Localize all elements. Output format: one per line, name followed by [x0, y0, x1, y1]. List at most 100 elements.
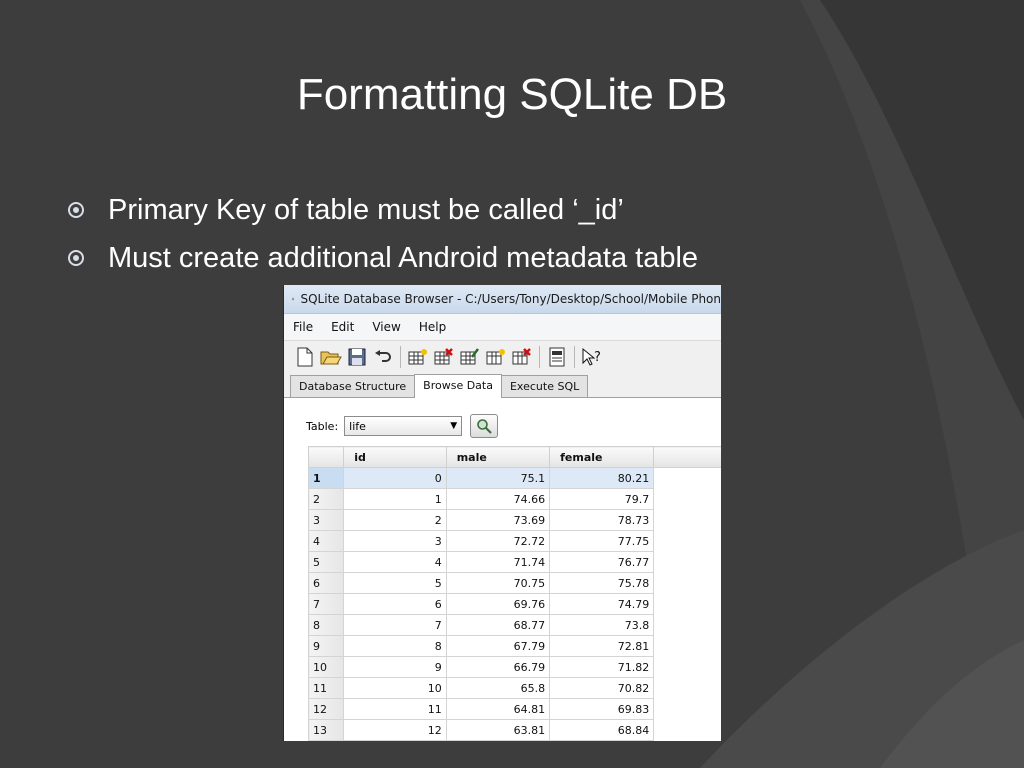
modify-table-icon[interactable] — [459, 346, 481, 368]
cell-female[interactable]: 77.75 — [549, 530, 655, 552]
row-number[interactable]: 5 — [307, 551, 345, 573]
cell-female[interactable]: 72.81 — [549, 635, 655, 657]
bullet-text: Must create additional Android metadata … — [108, 241, 699, 274]
table-row[interactable]: 3 2 73.69 78.73 — [307, 509, 722, 531]
table-select[interactable]: life ▼ — [344, 416, 463, 436]
table-row[interactable]: 1 0 75.1 80.21 — [307, 467, 722, 489]
table-row[interactable]: 9 8 67.79 72.81 — [307, 635, 722, 657]
toolbar: ? — [284, 341, 721, 373]
save-db-icon[interactable] — [346, 346, 368, 368]
cell-female[interactable]: 80.21 — [549, 467, 655, 489]
row-number[interactable]: 13 — [307, 719, 345, 741]
cell-id[interactable]: 0 — [343, 467, 447, 489]
cell-male[interactable]: 68.77 — [445, 614, 551, 636]
find-button[interactable] — [470, 414, 499, 438]
table-row[interactable]: 11 10 65.8 70.82 — [307, 677, 722, 699]
table-row[interactable]: 2 1 74.66 79.7 — [307, 488, 722, 510]
cell-id[interactable]: 4 — [343, 551, 447, 573]
menu-file[interactable]: File — [284, 320, 322, 334]
svg-text:?: ? — [594, 350, 601, 365]
row-number[interactable]: 1 — [307, 467, 345, 489]
tab-execute-sql[interactable]: Execute SQL — [500, 375, 589, 397]
delete-table-icon[interactable] — [433, 346, 455, 368]
cell-id[interactable]: 2 — [343, 509, 447, 531]
create-table-icon[interactable] — [407, 346, 429, 368]
log-icon[interactable] — [546, 346, 568, 368]
database-icon — [292, 297, 295, 301]
menu-help[interactable]: Help — [410, 320, 455, 334]
cell-female[interactable]: 73.8 — [549, 614, 655, 636]
cell-id[interactable]: 11 — [343, 698, 447, 720]
menu-edit[interactable]: Edit — [322, 320, 363, 334]
row-number[interactable]: 8 — [307, 614, 345, 636]
menu-view[interactable]: View — [363, 320, 409, 334]
cell-id[interactable]: 8 — [343, 635, 447, 657]
grid-empty-cell — [654, 489, 721, 510]
tab-database-structure[interactable]: Database Structure — [290, 375, 416, 397]
cell-female[interactable]: 76.77 — [549, 551, 655, 573]
tab-browse-data[interactable]: Browse Data — [414, 374, 502, 398]
row-number[interactable]: 4 — [307, 530, 345, 552]
cell-id[interactable]: 12 — [343, 719, 447, 741]
row-number[interactable]: 11 — [307, 677, 345, 699]
cell-id[interactable]: 5 — [343, 572, 447, 594]
column-header-id[interactable]: id — [343, 446, 447, 468]
cell-female[interactable]: 75.78 — [549, 572, 655, 594]
row-number[interactable]: 9 — [307, 635, 345, 657]
row-number[interactable]: 6 — [307, 572, 345, 594]
row-number[interactable]: 2 — [307, 488, 345, 510]
table-row[interactable]: 13 12 63.81 68.84 — [307, 719, 722, 741]
table-row[interactable]: 4 3 72.72 77.75 — [307, 530, 722, 552]
undo-icon[interactable] — [372, 346, 394, 368]
toolbar-separator — [574, 346, 575, 368]
table-row[interactable]: 6 5 70.75 75.78 — [307, 572, 722, 594]
whats-this-icon[interactable]: ? — [581, 346, 603, 368]
cell-male[interactable]: 73.69 — [445, 509, 551, 531]
cell-male[interactable]: 71.74 — [445, 551, 551, 573]
cell-female[interactable]: 69.83 — [549, 698, 655, 720]
table-row[interactable]: 7 6 69.76 74.79 — [307, 593, 722, 615]
cell-female[interactable]: 79.7 — [549, 488, 655, 510]
grid-empty-cell — [654, 678, 721, 699]
row-number[interactable]: 12 — [307, 698, 345, 720]
cell-male[interactable]: 66.79 — [445, 656, 551, 678]
row-number[interactable]: 10 — [307, 656, 345, 678]
grid-empty-cell — [654, 615, 721, 636]
cell-male[interactable]: 72.72 — [445, 530, 551, 552]
cell-male[interactable]: 75.1 — [445, 467, 551, 489]
create-index-icon[interactable] — [485, 346, 507, 368]
cell-female[interactable]: 70.82 — [549, 677, 655, 699]
slide-title: Formatting SQLite DB — [296, 70, 728, 119]
cell-id[interactable]: 3 — [343, 530, 447, 552]
cell-male[interactable]: 70.75 — [445, 572, 551, 594]
cell-female[interactable]: 68.84 — [549, 719, 655, 741]
table-select-value: life — [349, 419, 366, 433]
cell-male[interactable]: 65.8 — [445, 677, 551, 699]
open-db-icon[interactable] — [320, 346, 342, 368]
cell-id[interactable]: 1 — [343, 488, 447, 510]
cell-id[interactable]: 9 — [343, 656, 447, 678]
cell-male[interactable]: 67.79 — [445, 635, 551, 657]
table-row[interactable]: 5 4 71.74 76.77 — [307, 551, 722, 573]
cell-male[interactable]: 64.81 — [445, 698, 551, 720]
cell-male[interactable]: 63.81 — [445, 719, 551, 741]
column-header-male[interactable]: male — [445, 446, 551, 468]
grid-body: 1 0 75.1 80.21 2 1 74.66 79.7 3 2 73.69 78.73 4 3 72.7… — [307, 467, 722, 741]
cell-female[interactable]: 74.79 — [549, 593, 655, 615]
table-row[interactable]: 10 9 66.79 71.82 — [307, 656, 722, 678]
cell-male[interactable]: 69.76 — [445, 593, 551, 615]
table-row[interactable]: 12 11 64.81 69.83 — [307, 698, 722, 720]
cell-female[interactable]: 78.73 — [549, 509, 655, 531]
row-number[interactable]: 7 — [307, 593, 345, 615]
row-number[interactable]: 3 — [307, 509, 345, 531]
cell-id[interactable]: 6 — [343, 593, 447, 615]
cell-id[interactable]: 7 — [343, 614, 447, 636]
new-db-icon[interactable] — [294, 346, 316, 368]
cell-id[interactable]: 10 — [343, 677, 447, 699]
table-row[interactable]: 8 7 68.77 73.8 — [307, 614, 722, 636]
cell-female[interactable]: 71.82 — [549, 656, 655, 678]
cell-male[interactable]: 74.66 — [445, 488, 551, 510]
app-window-screenshot: SQLite Database Browser - C:/Users/Tony/… — [283, 285, 721, 741]
column-header-female[interactable]: female — [549, 446, 655, 468]
delete-index-icon[interactable] — [511, 346, 533, 368]
